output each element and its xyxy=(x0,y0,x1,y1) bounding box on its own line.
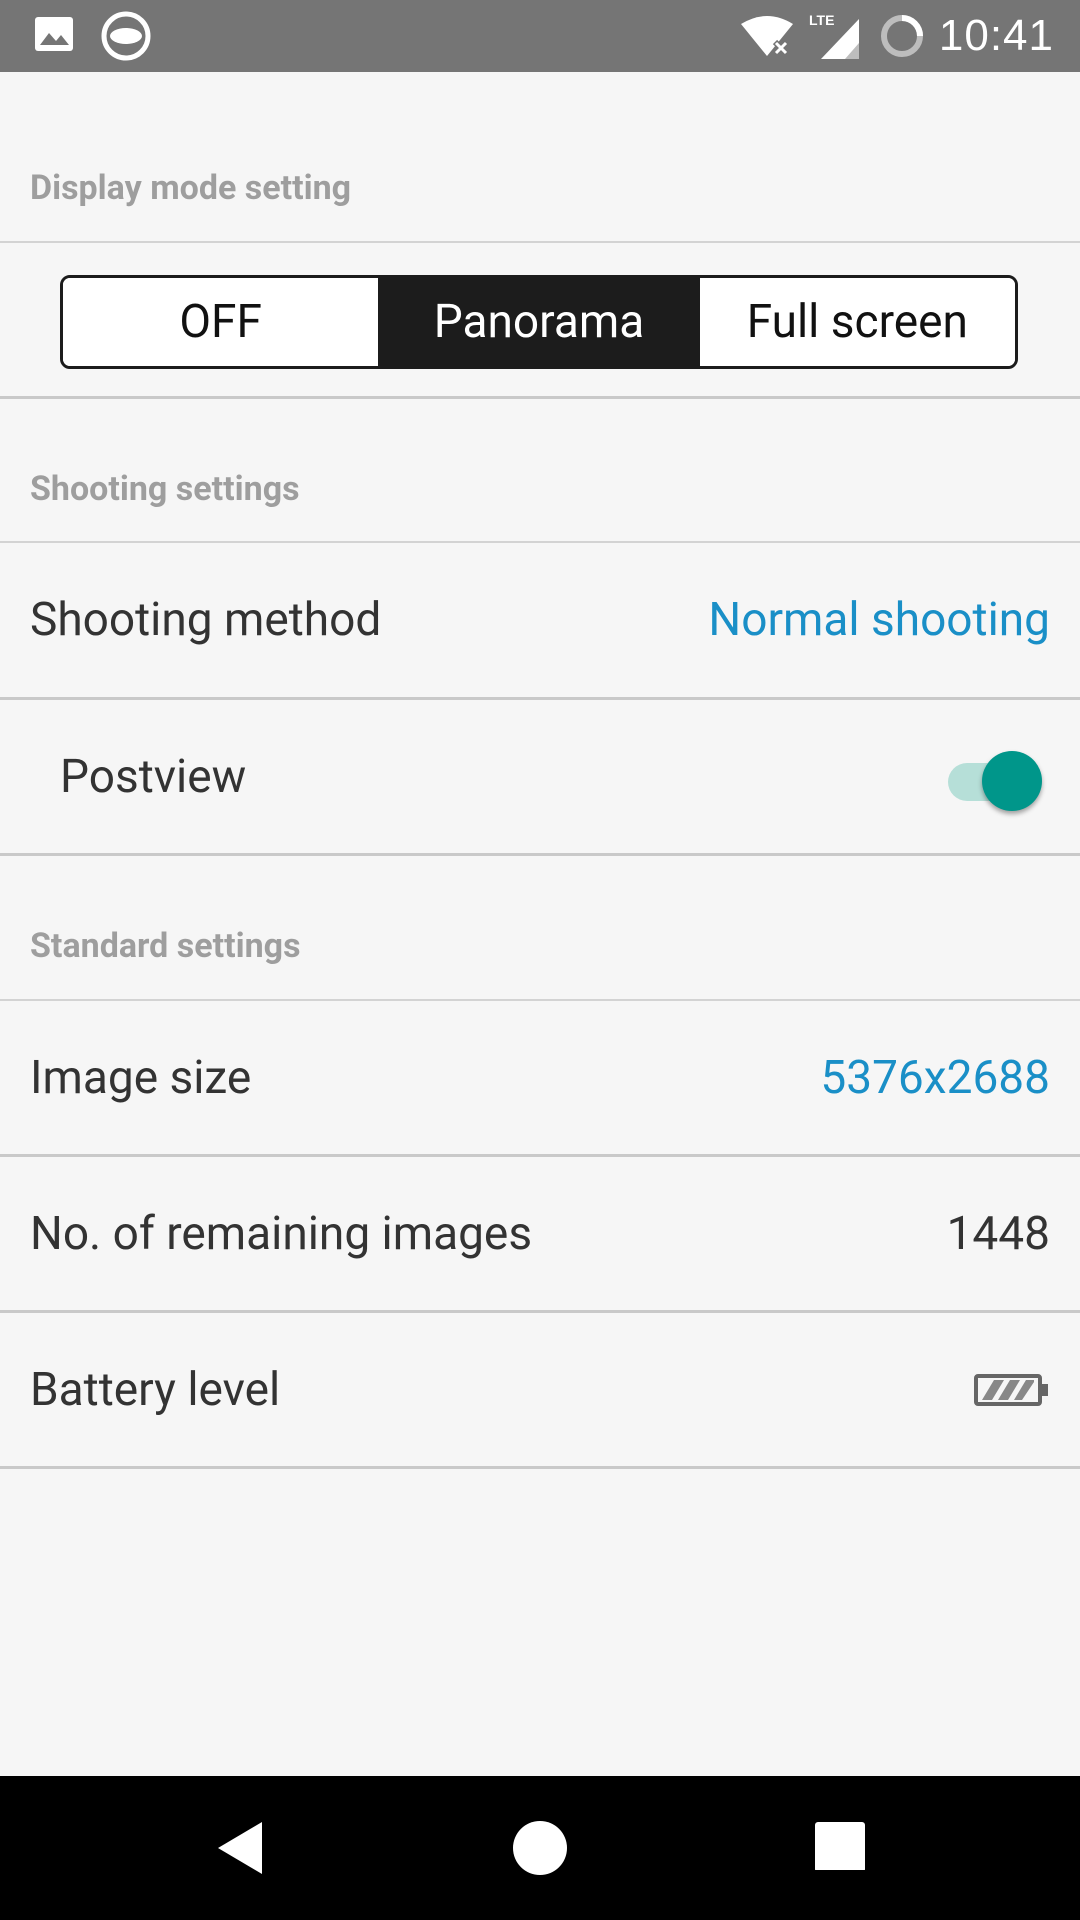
gallery-icon xyxy=(35,17,73,51)
section-header-shooting: Shooting settings xyxy=(0,399,1080,543)
shooting-method-row[interactable]: Shooting method Normal shooting xyxy=(0,543,1080,700)
battery-icon xyxy=(974,1373,1048,1406)
section-header-display-mode: Display mode setting xyxy=(0,72,1080,243)
section-title: Standard settings xyxy=(30,926,301,966)
clock: 10:41 xyxy=(938,11,1054,60)
home-icon[interactable] xyxy=(512,1820,568,1876)
shooting-method-label: Shooting method xyxy=(30,593,382,647)
remaining-images-value: 1448 xyxy=(946,1206,1050,1261)
postview-toggle[interactable] xyxy=(942,745,1042,811)
image-size-row[interactable]: Image size 5376x2688 xyxy=(0,1001,1080,1157)
sync-circle-icon xyxy=(880,15,923,57)
section-title: Display mode setting xyxy=(30,168,352,208)
segment-panorama[interactable]: Panorama xyxy=(381,278,700,366)
segment-full-screen[interactable]: Full screen xyxy=(699,278,1015,366)
display-mode-row: OFF Panorama Full screen xyxy=(0,243,1080,399)
recents-icon[interactable] xyxy=(815,1820,865,1870)
lte-signal-icon: LTE xyxy=(809,12,859,59)
status-bar: LTE 10:41 xyxy=(0,0,1080,72)
wifi-off-icon xyxy=(740,16,793,57)
remaining-images-row: No. of remaining images 1448 xyxy=(0,1157,1080,1313)
svg-text:LTE: LTE xyxy=(809,12,834,28)
display-mode-segmented-control: OFF Panorama Full screen xyxy=(60,275,1018,369)
theta-icon xyxy=(101,11,151,61)
image-size-label: Image size xyxy=(30,1050,252,1105)
remaining-images-label: No. of remaining images xyxy=(30,1206,533,1261)
segment-off[interactable]: OFF xyxy=(63,278,382,366)
navigation-bar xyxy=(0,1776,1080,1920)
battery-level-label: Battery level xyxy=(30,1362,281,1417)
section-header-standard: Standard settings xyxy=(0,856,1080,1001)
toggle-thumb xyxy=(982,750,1042,811)
postview-row: Postview xyxy=(0,700,1080,856)
section-title: Shooting settings xyxy=(30,469,300,509)
image-size-value[interactable]: 5376x2688 xyxy=(820,1051,1050,1105)
back-icon[interactable] xyxy=(214,1820,270,1876)
shooting-method-value[interactable]: Normal shooting xyxy=(708,593,1050,647)
postview-label: Postview xyxy=(60,749,247,804)
battery-level-row: Battery level xyxy=(0,1313,1080,1469)
